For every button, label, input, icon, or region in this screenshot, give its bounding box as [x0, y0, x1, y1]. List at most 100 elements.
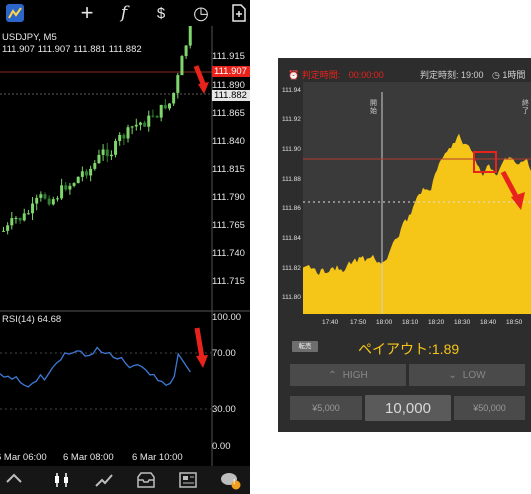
start-marker: 開始	[370, 100, 377, 115]
price-label: 111.865	[212, 108, 245, 119]
price-label: 111.790	[212, 192, 245, 203]
red-arrowhead-price	[198, 82, 209, 94]
candle-body	[39, 194, 43, 198]
candle-body	[101, 149, 105, 155]
x-axis-label: 17:40	[322, 319, 339, 326]
candle-body	[68, 185, 72, 190]
candle-body	[143, 122, 147, 127]
x-axis-label: 18:30	[454, 319, 471, 326]
red-arrow-rsi	[194, 327, 205, 359]
judgment-timer: ⏰ 判定時間: 00:00:00	[288, 68, 384, 81]
candle-body	[72, 183, 76, 186]
toolbar: + f $ ◷	[0, 0, 250, 26]
y-axis-label: 111.80	[282, 294, 301, 301]
candle-body	[188, 26, 192, 46]
candle-body	[172, 92, 176, 104]
candle-body	[51, 199, 55, 205]
panel-gap	[250, 0, 278, 494]
candle-body	[105, 149, 109, 157]
x-axis-label: 18:50	[506, 319, 523, 326]
rsi-level-label: 100.00	[212, 312, 242, 323]
candlesticks	[2, 26, 192, 235]
period-label: ◷ 1時間	[492, 68, 525, 81]
judgment-clock: 判定時刻: 19:00	[420, 70, 484, 80]
candle-body	[64, 185, 68, 190]
candle-body	[6, 225, 10, 231]
candle-body	[122, 134, 126, 139]
y-axis-label: 111.94	[282, 87, 301, 94]
candle-body	[126, 127, 130, 139]
candle-body	[168, 103, 171, 109]
low-button[interactable]: ⌄ LOW	[409, 364, 525, 386]
x-axis-label: 18:20	[428, 319, 445, 326]
candle-body	[80, 171, 84, 177]
period-value: 1時間	[502, 70, 526, 80]
candle-body	[22, 213, 26, 221]
app-logo-icon[interactable]	[4, 2, 26, 24]
rsi-level-label: 30.00	[212, 404, 236, 415]
y-axis-label: 111.88	[282, 176, 301, 183]
candle-body	[114, 140, 118, 155]
function-icon[interactable]: f	[113, 2, 135, 24]
price-label: 111.915	[212, 51, 245, 62]
chart-candles-icon[interactable]	[50, 470, 74, 490]
candle-body	[93, 163, 97, 169]
red-arrow-price	[193, 65, 207, 87]
price-label: 111.740	[212, 248, 245, 259]
candle-body	[180, 56, 184, 76]
x-axis-label: 18:40	[480, 319, 497, 326]
candle-body	[163, 104, 167, 109]
price-area-chart[interactable]	[278, 82, 531, 330]
candle-body	[55, 198, 59, 200]
news-icon[interactable]	[176, 470, 200, 490]
down-arrow-icon: ⌄	[448, 369, 457, 381]
crosshair-icon[interactable]: +	[76, 0, 98, 25]
trade-icon[interactable]	[92, 470, 116, 490]
candle-body	[159, 104, 163, 118]
price-label: 111.840	[212, 136, 245, 147]
add-document-icon[interactable]	[228, 2, 250, 24]
candle-body	[47, 198, 51, 205]
high-label: HIGH	[342, 369, 368, 381]
candle-body	[26, 213, 30, 215]
rsi-level-label: 0.00	[212, 441, 231, 452]
y-axis-label: 111.84	[282, 235, 301, 242]
y-axis-label: 111.82	[282, 265, 301, 272]
candle-body	[76, 176, 80, 184]
clock-icon: ◷	[492, 70, 500, 80]
high-button[interactable]: ⌃ HIGH	[290, 364, 406, 386]
y-axis-label: 111.92	[282, 116, 301, 123]
x-axis-label: 18:10	[402, 319, 419, 326]
candle-body	[138, 122, 142, 125]
amount-5000-button[interactable]: ¥5,000	[290, 396, 362, 420]
inbox-icon[interactable]	[134, 470, 158, 490]
rsi-level-label: 70.00	[212, 348, 236, 359]
alarm-icon: ⏰	[288, 70, 300, 80]
candle-body	[31, 203, 35, 214]
candle-body	[109, 154, 113, 157]
quotes-icon[interactable]	[2, 470, 26, 490]
mt4-panel: + f $ ◷ USDJPY, M5 111.907 111.907 111.8…	[0, 0, 250, 494]
currency-icon[interactable]: $	[150, 2, 172, 24]
end-marker: 終了	[522, 100, 529, 115]
candle-body	[2, 230, 5, 232]
candle-body	[89, 168, 93, 176]
clock-icon[interactable]: ◷	[190, 2, 212, 24]
chat-badge: !	[233, 479, 236, 486]
rsi-label: RSI(14) 64.68	[2, 314, 62, 325]
payout-label: ペイアウト:1.89	[358, 341, 460, 357]
resell-button[interactable]: 転売	[292, 341, 318, 352]
time-label: 6 Mar 10:00	[132, 452, 183, 463]
binary-option-panel: ⏰ 判定時間: 00:00:00 判定時刻: 19:00 ◷ 1時間 開始 終了…	[278, 58, 531, 432]
amount-input[interactable]: 10,000	[365, 395, 451, 421]
up-arrow-icon: ⌃	[328, 369, 337, 381]
candle-body	[97, 154, 101, 164]
red-arrowhead-rsi	[196, 355, 208, 368]
amount-50000-button[interactable]: ¥50,000	[454, 396, 525, 420]
candle-body	[184, 45, 188, 57]
candle-body	[118, 134, 122, 141]
price-tag-bid: 111.882	[212, 90, 250, 101]
chat-icon[interactable]: !	[218, 470, 242, 490]
judgment-time-label: 判定時間:	[301, 70, 341, 80]
candle-body	[85, 171, 88, 176]
